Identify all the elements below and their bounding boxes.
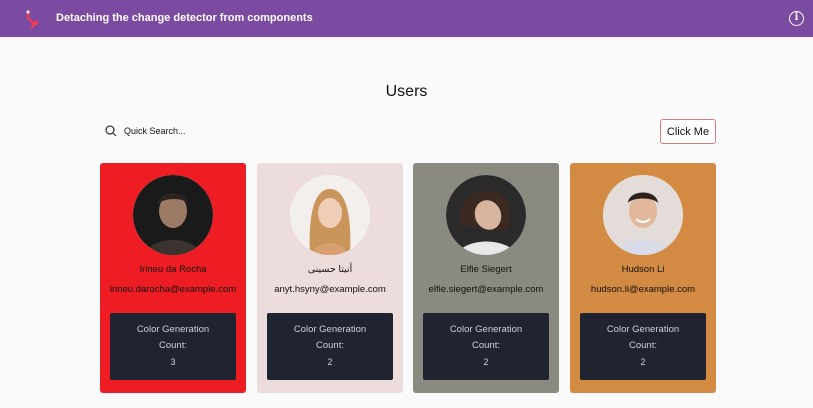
user-card: Irineu da Rocha irineu.darocha@example.c…: [100, 163, 246, 393]
counter-label: Count:: [159, 340, 187, 351]
user-name: Irineu da Rocha: [139, 264, 207, 275]
color-generation-counter: Color Generation Count: 2: [267, 313, 393, 380]
search-bar: [104, 121, 404, 141]
avatar: [603, 175, 683, 255]
counter-value: 2: [483, 357, 489, 367]
app-title: Detaching the change detector from compo…: [56, 12, 313, 24]
page-title: Users: [385, 83, 428, 100]
user-card: Elfie Siegert elfie.siegert@example.com …: [413, 163, 559, 393]
color-generation-counter: Color Generation Count: 2: [580, 313, 706, 380]
avatar: [446, 175, 526, 255]
counter-label: Count:: [472, 340, 500, 351]
counter-label: Color Generation: [136, 324, 210, 335]
user-name: أنيتا حسینی: [307, 264, 353, 275]
search-icon: [105, 125, 117, 137]
counter-label: Color Generation: [293, 324, 367, 335]
counter-label: Count:: [316, 340, 344, 351]
info-icon[interactable]: i: [789, 11, 804, 26]
app-logo-icon: [26, 10, 39, 29]
counter-value: 2: [327, 357, 333, 367]
color-generation-counter: Color Generation Count: 3: [110, 313, 236, 380]
avatar: [133, 175, 213, 255]
user-email: irineu.darocha@example.com: [109, 284, 237, 295]
user-email: hudson.li@example.com: [590, 284, 696, 295]
counter-value: 2: [640, 357, 646, 367]
counter-label: Color Generation: [449, 324, 523, 335]
avatar: [290, 175, 370, 255]
counter-value: 3: [170, 357, 176, 367]
user-name: Elfie Siegert: [460, 264, 512, 275]
user-card: Hudson Li hudson.li@example.com Color Ge…: [570, 163, 716, 393]
counter-label: Count:: [629, 340, 657, 351]
counter-label: Color Generation: [606, 324, 680, 335]
user-email: anyt.hsyny@example.com: [274, 284, 386, 295]
user-name: Hudson Li: [621, 264, 665, 275]
user-card: أنيتا حسینی anyt.hsyny@example.com Color…: [257, 163, 403, 393]
click-me-button[interactable]: Click Me: [660, 119, 716, 144]
top-toolbar: Detaching the change detector from compo…: [0, 0, 813, 37]
search-input[interactable]: [124, 126, 384, 136]
color-generation-counter: Color Generation Count: 2: [423, 313, 549, 380]
user-email: elfie.siegert@example.com: [428, 284, 544, 295]
